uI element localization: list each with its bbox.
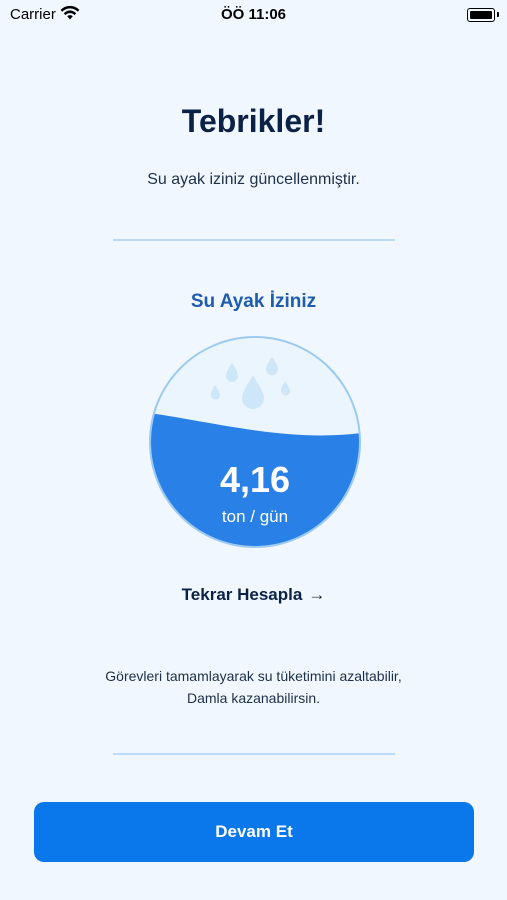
page-title: Tebrikler! — [181, 103, 326, 139]
battery-icon — [467, 8, 495, 22]
bottom-divider — [113, 753, 395, 755]
recalculate-link[interactable]: Tekrar Hesapla → — [0, 585, 507, 605]
continue-button[interactable]: Devam Et — [34, 802, 474, 862]
arrow-right-icon: → — [308, 585, 326, 604]
water-footprint-gauge: 4,16 ton / gün — [148, 335, 362, 549]
footprint-section-title: Su Ayak İziniz — [190, 291, 317, 312]
status-bar: Carrier ÖÖ 11:06 — [0, 0, 507, 30]
recalculate-label: Tekrar Hesapla — [181, 585, 303, 604]
footprint-value: 4,16 — [219, 459, 291, 500]
status-time: ÖÖ 11:06 — [220, 6, 287, 23]
page-subtitle: Su ayak iziniz güncellenmiştir. — [147, 171, 360, 188]
info-line-1: Görevleri tamamlayarak su tüketimini aza… — [105, 668, 402, 684]
info-line-2: Damla kazanabilirsin. — [186, 690, 321, 706]
footprint-unit: ton / gün — [221, 507, 289, 526]
top-divider — [113, 239, 395, 241]
battery-tip — [497, 12, 499, 17]
info-text: Görevleri tamamlayarak su tüketimini aza… — [0, 665, 507, 709]
